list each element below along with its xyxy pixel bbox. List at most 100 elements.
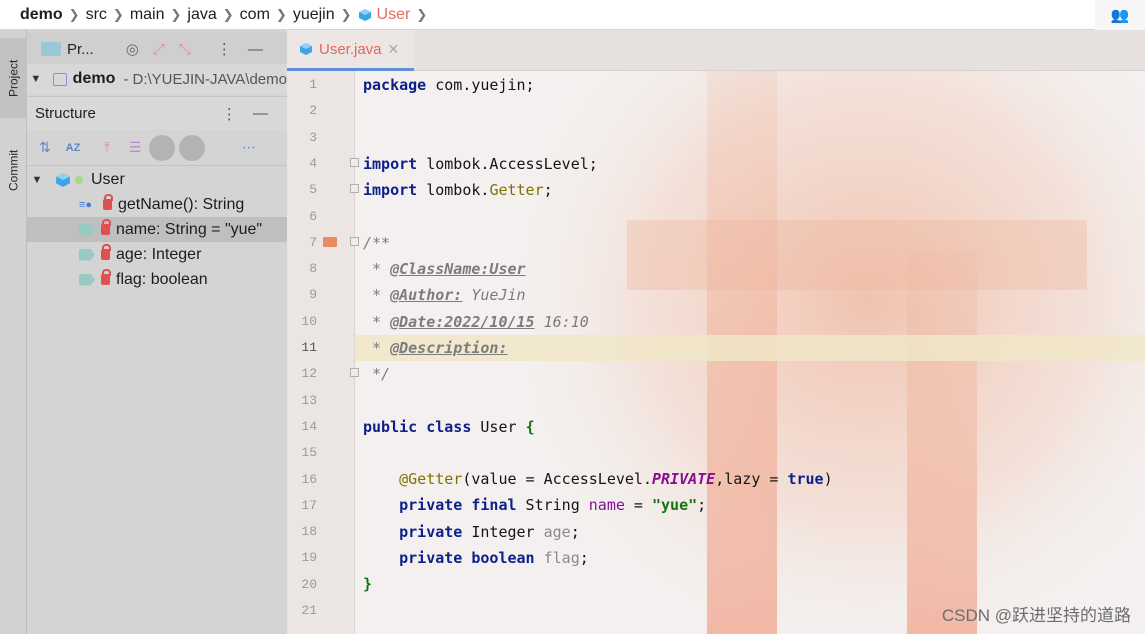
editor[interactable]: User.java ✕ 1 2 3 4 5 6 7 8 9 10 11 12 13 14 15 16 17 18 1… xyxy=(287,30,1145,634)
more-actions-icon[interactable]: ⋯ xyxy=(239,138,259,158)
project-root-path: - D:\YUEJIN-JAVA\demo xyxy=(123,70,287,88)
line-number: 5 xyxy=(309,182,317,198)
structure-member-row[interactable]: flag: boolean xyxy=(27,267,287,292)
code-line-10[interactable]: * @Date:2022/10/15 16:10 xyxy=(363,313,589,331)
field-icon xyxy=(79,248,95,261)
structure-class-label: User xyxy=(91,170,125,188)
show-inherited-icon[interactable]: ⤒ xyxy=(97,138,117,158)
line-number: 13 xyxy=(301,392,317,408)
chevron-down-icon[interactable]: ▼ xyxy=(29,73,43,85)
tab-commit[interactable]: Commit xyxy=(0,130,27,210)
code-line-1[interactable]: package com.yuejin; xyxy=(363,76,535,94)
code-line-20[interactable]: } xyxy=(363,575,372,593)
close-icon[interactable]: ✕ xyxy=(388,41,400,58)
chevron-right-icon: ❯ xyxy=(112,6,124,22)
tab-project[interactable]: Project xyxy=(0,38,27,118)
lock-icon xyxy=(101,219,111,235)
structure-class-node[interactable]: ▼ User xyxy=(27,167,287,192)
class-cube-icon xyxy=(56,172,70,187)
filter-toggle-icon-2[interactable] xyxy=(179,134,205,161)
fold-icon[interactable] xyxy=(350,368,359,377)
breadcrumb-item-src[interactable]: src ❯ xyxy=(86,6,130,24)
expand-icon[interactable]: ⤢ xyxy=(153,41,165,58)
fold-icon[interactable] xyxy=(350,237,359,246)
line-number: 2 xyxy=(309,103,317,119)
chevron-down-icon[interactable]: ▼ xyxy=(29,174,45,186)
line-number: 16 xyxy=(301,471,317,487)
structure-toolbar: ⇅ AZ ⤒ ☰ ⋯ xyxy=(27,130,287,166)
line-number: 8 xyxy=(309,261,317,277)
chevron-right-icon: ❯ xyxy=(68,6,80,22)
folder-icon xyxy=(52,72,67,86)
code-line-11[interactable]: * @Description: xyxy=(363,339,507,357)
field-icon xyxy=(79,223,95,236)
chevron-right-icon: ❯ xyxy=(170,6,182,22)
minimize-icon[interactable]: — xyxy=(248,41,263,58)
structure-member-row[interactable]: name: String = "yue" xyxy=(27,217,287,242)
project-panel-title[interactable]: Pr... xyxy=(67,41,94,58)
line-number: 17 xyxy=(301,497,317,513)
breadcrumb-item-yuejin[interactable]: yuejin ❯ xyxy=(293,6,358,24)
line-number: 21 xyxy=(301,603,317,618)
member-label: name: String = "yue" xyxy=(116,220,263,238)
public-visibility-icon xyxy=(75,175,83,184)
code-line-12[interactable]: */ xyxy=(363,365,390,383)
structure-member-row[interactable]: age: Integer xyxy=(27,242,287,267)
filter-toggle-icon[interactable] xyxy=(149,134,175,161)
breadcrumb-item-java[interactable]: java ❯ xyxy=(187,6,239,24)
code-line-5[interactable]: import lombok.Getter; xyxy=(363,181,553,199)
editor-tab-bar: User.java ✕ xyxy=(287,30,1145,71)
code-line-17[interactable]: private final String name = "yue"; xyxy=(363,496,706,514)
more-options-icon[interactable]: ⋮ xyxy=(222,105,237,123)
watermark: CSDN @跃进坚持的道路 xyxy=(941,606,1131,625)
line-number: 4 xyxy=(309,155,317,171)
line-number: 19 xyxy=(301,550,317,566)
code-line-9[interactable]: * @Author: YueJin xyxy=(363,286,526,304)
show-fields-icon[interactable]: ☰ xyxy=(125,138,145,158)
line-number: 1 xyxy=(309,77,317,92)
line-number: 10 xyxy=(301,313,317,329)
project-root-row[interactable]: ▼ demo - D:\YUEJIN-JAVA\demo xyxy=(27,64,287,94)
breadcrumb: demo ❯ src ❯ main ❯ java ❯ com ❯ yuejin ❯ User… xyxy=(0,0,1145,30)
code-line-19[interactable]: private boolean flag; xyxy=(363,549,589,567)
sort-by-visibility-icon[interactable]: ⇅ xyxy=(35,138,55,158)
breadcrumb-item-main[interactable]: main ❯ xyxy=(130,6,188,24)
minimize-icon[interactable]: — xyxy=(253,105,268,122)
sort-alphabetically-icon[interactable]: AZ xyxy=(63,138,83,158)
more-options-icon[interactable]: ⋮ xyxy=(217,40,232,58)
lock-icon xyxy=(103,194,113,210)
code-line-8[interactable]: * @ClassName:User xyxy=(363,260,526,278)
code-line-18[interactable]: private Integer age; xyxy=(363,523,580,541)
target-icon[interactable]: ◎ xyxy=(126,40,139,58)
structure-member-row[interactable]: ≡● getName(): String xyxy=(27,192,287,217)
lock-icon xyxy=(101,244,111,260)
line-number: 15 xyxy=(301,445,317,461)
chevron-right-icon: ❯ xyxy=(275,6,287,22)
class-cube-icon xyxy=(300,43,312,55)
member-label: getName(): String xyxy=(118,195,245,213)
chevron-right-icon: ❯ xyxy=(222,6,234,22)
breadcrumb-item-user[interactable]: User ❯ xyxy=(358,6,434,24)
line-number: 14 xyxy=(301,418,317,434)
method-icon: ≡● xyxy=(79,198,93,211)
project-root-name: demo xyxy=(72,70,116,87)
class-cube-icon xyxy=(358,8,371,21)
bookmark-icon[interactable] xyxy=(323,237,337,247)
users-icon[interactable]: 👥 xyxy=(1095,0,1145,30)
fold-icon[interactable] xyxy=(350,158,359,167)
structure-panel-title: Structure xyxy=(35,105,96,122)
code-line-14[interactable]: public class User { xyxy=(363,418,535,436)
project-panel-header: Pr... ◎ ⤢ ⤡ ⋮ — xyxy=(27,32,287,66)
line-number: 3 xyxy=(309,129,317,145)
line-number: 12 xyxy=(301,366,317,382)
member-label: flag: boolean xyxy=(116,270,208,288)
fold-icon[interactable] xyxy=(350,184,359,193)
chevron-right-icon: ❯ xyxy=(340,6,352,22)
tab-user-java[interactable]: User.java ✕ xyxy=(287,30,414,71)
code-line-16[interactable]: @Getter(value = AccessLevel.PRIVATE,lazy… xyxy=(363,470,833,488)
code-line-7[interactable]: /** xyxy=(363,234,390,252)
breadcrumb-item-demo[interactable]: demo ❯ xyxy=(20,6,86,24)
code-line-4[interactable]: import lombok.AccessLevel; xyxy=(363,155,598,173)
breadcrumb-item-com[interactable]: com ❯ xyxy=(240,6,293,24)
collapse-icon[interactable]: ⤡ xyxy=(179,41,191,58)
